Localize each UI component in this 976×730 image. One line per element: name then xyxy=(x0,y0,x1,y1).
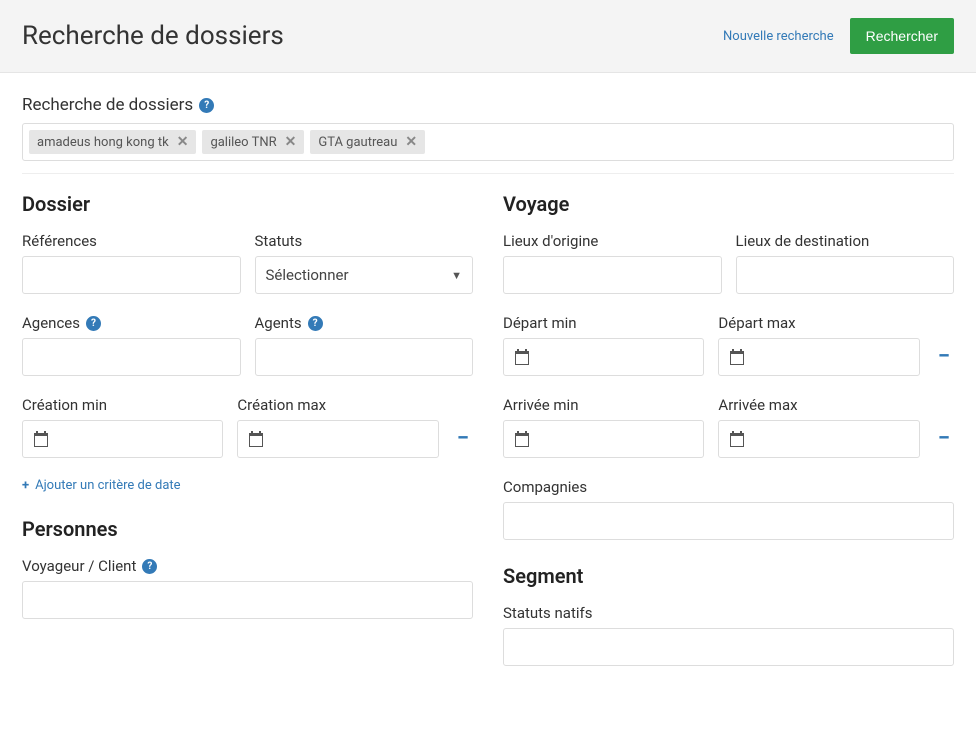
help-icon[interactable]: ? xyxy=(86,316,101,331)
chevron-down-icon: ▼ xyxy=(451,269,462,282)
search-tag: amadeus hong kong tk ✕ xyxy=(29,130,196,154)
statuts-select[interactable]: Sélectionner ▼ xyxy=(255,256,474,294)
references-label: Références xyxy=(22,232,241,250)
search-tag: galileo TNR ✕ xyxy=(202,130,304,154)
help-icon[interactable]: ? xyxy=(308,316,323,331)
destination-input[interactable] xyxy=(736,256,955,294)
creation-min-label: Création min xyxy=(22,396,223,414)
arrivee-max-input[interactable] xyxy=(718,420,919,458)
arrivee-min-label: Arrivée min xyxy=(503,396,704,414)
close-icon[interactable]: ✕ xyxy=(405,134,417,150)
origine-label: Lieux d'origine xyxy=(503,232,722,250)
depart-min-label: Départ min xyxy=(503,314,704,332)
agents-label: Agents ? xyxy=(255,314,474,332)
calendar-icon xyxy=(248,431,264,447)
remove-arrivee-criteria-button[interactable]: − xyxy=(934,420,954,458)
search-tag: GTA gautreau ✕ xyxy=(310,130,425,154)
agences-label-text: Agences xyxy=(22,314,80,332)
dossier-section-title: Dossier xyxy=(22,192,473,216)
tag-text: galileo TNR xyxy=(210,135,276,150)
references-input[interactable] xyxy=(22,256,241,294)
divider xyxy=(22,173,954,174)
arrivee-max-label: Arrivée max xyxy=(718,396,919,414)
segment-section-title: Segment xyxy=(503,564,954,588)
tag-text: amadeus hong kong tk xyxy=(37,135,169,150)
statuts-select-value: Sélectionner xyxy=(266,266,349,284)
topbar-actions: Nouvelle recherche Rechercher xyxy=(723,18,954,54)
agents-label-text: Agents xyxy=(255,314,302,332)
statuts-label: Statuts xyxy=(255,232,474,250)
add-date-criteria-text: Ajouter un critère de date xyxy=(35,478,180,493)
calendar-icon xyxy=(33,431,49,447)
close-icon[interactable]: ✕ xyxy=(177,134,189,150)
depart-max-label: Départ max xyxy=(718,314,919,332)
creation-min-input[interactable] xyxy=(22,420,223,458)
voyageur-input[interactable] xyxy=(22,581,473,619)
page-title: Recherche de dossiers xyxy=(22,21,284,51)
compagnies-input[interactable] xyxy=(503,502,954,540)
right-column: Voyage Lieux d'origine Lieux de destinat… xyxy=(503,192,954,686)
new-search-link[interactable]: Nouvelle recherche xyxy=(723,29,834,44)
creation-max-label: Création max xyxy=(237,396,438,414)
plus-icon: + xyxy=(22,478,29,493)
origine-input[interactable] xyxy=(503,256,722,294)
statuts-natifs-label: Statuts natifs xyxy=(503,604,954,622)
voyageur-label-text: Voyageur / Client xyxy=(22,557,136,575)
calendar-icon xyxy=(514,431,530,447)
compagnies-label: Compagnies xyxy=(503,478,954,496)
search-button[interactable]: Rechercher xyxy=(850,18,954,54)
left-column: Dossier Références Statuts Sélectionner … xyxy=(22,192,473,686)
voyage-section-title: Voyage xyxy=(503,192,954,216)
depart-min-input[interactable] xyxy=(503,338,704,376)
agences-input[interactable] xyxy=(22,338,241,376)
voyageur-label: Voyageur / Client ? xyxy=(22,557,473,575)
search-box-label-text: Recherche de dossiers xyxy=(22,95,193,115)
help-icon[interactable]: ? xyxy=(142,559,157,574)
help-icon[interactable]: ? xyxy=(199,98,214,113)
depart-max-input[interactable] xyxy=(718,338,919,376)
tag-text: GTA gautreau xyxy=(318,135,397,150)
personnes-section-title: Personnes xyxy=(22,517,473,541)
calendar-icon xyxy=(729,431,745,447)
arrivee-min-input[interactable] xyxy=(503,420,704,458)
search-tagbox[interactable]: amadeus hong kong tk ✕ galileo TNR ✕ GTA… xyxy=(22,123,954,161)
statuts-natifs-input[interactable] xyxy=(503,628,954,666)
agences-label: Agences ? xyxy=(22,314,241,332)
agents-input[interactable] xyxy=(255,338,474,376)
remove-date-criteria-button[interactable]: − xyxy=(453,420,473,458)
destination-label: Lieux de destination xyxy=(736,232,955,250)
calendar-icon xyxy=(514,349,530,365)
search-box-label: Recherche de dossiers ? xyxy=(22,95,954,115)
creation-max-input[interactable] xyxy=(237,420,438,458)
remove-depart-criteria-button[interactable]: − xyxy=(934,338,954,376)
calendar-icon xyxy=(729,349,745,365)
add-date-criteria-link[interactable]: + Ajouter un critère de date xyxy=(22,478,181,493)
topbar: Recherche de dossiers Nouvelle recherche… xyxy=(0,0,976,73)
close-icon[interactable]: ✕ xyxy=(285,134,297,150)
